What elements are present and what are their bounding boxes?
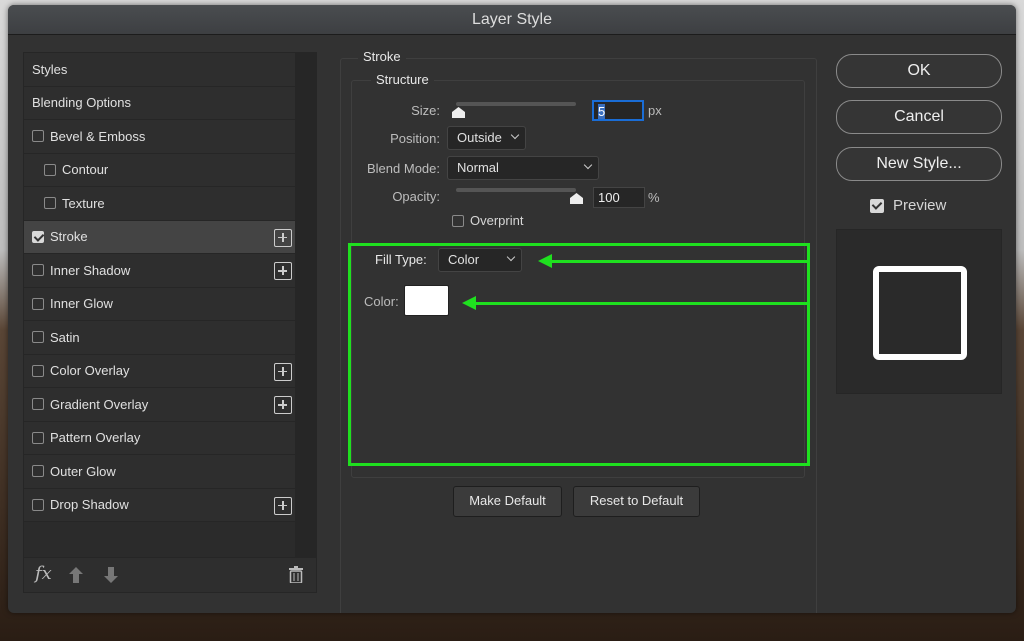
reset-to-default-button[interactable]: Reset to Default (573, 486, 700, 517)
sidebar-item-label: Inner Glow (50, 296, 113, 312)
position-select[interactable]: Outside (447, 126, 526, 150)
chevron-down-icon (510, 130, 520, 140)
preview-label: Preview (893, 197, 947, 214)
sidebar-item-texture[interactable]: Texture (24, 187, 296, 221)
sidebar-item-label: Satin (50, 329, 80, 345)
sidebar-item-inner-shadow[interactable]: Inner Shadow (24, 254, 296, 288)
make-default-button[interactable]: Make Default (453, 486, 562, 517)
sidebar-item-label: Color Overlay (50, 363, 130, 379)
overprint-label: Overprint (470, 213, 524, 228)
size-input[interactable]: 5 (592, 100, 644, 121)
trash-icon[interactable] (289, 566, 303, 583)
stroke-title: Stroke (358, 49, 406, 64)
blend-mode-select[interactable]: Normal (447, 156, 599, 180)
sidebar-item-label: Styles (32, 61, 68, 77)
new-style-button[interactable]: New Style... (836, 147, 1002, 181)
styles-sidebar: Styles Blending Options Bevel & Emboss Cont… (23, 52, 317, 593)
checkbox-icon[interactable] (32, 264, 44, 277)
size-unit: px (648, 103, 662, 118)
layer-style-dialog: Layer Style Styles Blending Options Bevel … (8, 5, 1016, 613)
add-effect-icon[interactable] (274, 262, 292, 280)
position-label: Position: (390, 131, 440, 146)
preview-shape (873, 266, 967, 360)
arrow-to-fill-type (538, 254, 808, 268)
sidebar-item-label: Stroke (50, 229, 88, 245)
ok-button[interactable]: OK (836, 54, 1002, 88)
opacity-label: Opacity: (392, 189, 440, 204)
structure-title: Structure (371, 72, 434, 87)
sidebar-item-stroke[interactable]: Stroke (24, 220, 296, 254)
checkbox-icon[interactable] (32, 130, 44, 143)
checkbox-icon[interactable] (32, 364, 44, 377)
sidebar-item-label: Drop Shadow (50, 497, 129, 513)
checkbox-icon[interactable] (32, 398, 44, 411)
add-effect-icon[interactable] (274, 362, 292, 381)
sidebar-item-pattern-overlay[interactable]: Pattern Overlay (24, 421, 296, 455)
arrow-to-color (462, 296, 808, 310)
preview-checkbox[interactable]: Preview (870, 197, 946, 214)
checkbox-checked-icon (870, 198, 884, 213)
sidebar-scrollbar[interactable] (295, 53, 316, 585)
checkbox-icon[interactable] (44, 197, 56, 210)
move-down-icon[interactable] (104, 567, 118, 583)
sidebar-item-label: Gradient Overlay (50, 396, 149, 412)
sidebar-item-drop-shadow[interactable]: Drop Shadow (24, 488, 296, 522)
sidebar-item-contour[interactable]: Contour (24, 153, 296, 187)
size-slider[interactable] (456, 102, 576, 106)
sidebar-footer: fx (24, 557, 316, 592)
checkbox-icon[interactable] (32, 230, 44, 243)
sidebar-item-styles[interactable]: Styles (24, 53, 296, 87)
sidebar-item-label: Contour (62, 162, 109, 178)
sidebar-item-bevel-emboss[interactable]: Bevel & Emboss (24, 120, 296, 154)
sidebar-item-label: Bevel & Emboss (50, 128, 146, 144)
opacity-input[interactable]: 100 (593, 187, 645, 208)
chevron-down-icon (583, 160, 593, 170)
checkbox-icon[interactable] (32, 331, 44, 344)
checkbox-icon[interactable] (44, 163, 56, 176)
sidebar-item-gradient-overlay[interactable]: Gradient Overlay (24, 388, 296, 422)
sidebar-item-satin[interactable]: Satin (24, 321, 296, 355)
highlight-box (348, 243, 810, 466)
dialog-title: Layer Style (8, 5, 1016, 35)
opacity-slider[interactable] (456, 188, 576, 192)
checkbox-icon (452, 214, 464, 227)
overprint-checkbox[interactable]: Overprint (452, 213, 523, 228)
add-effect-icon[interactable] (274, 496, 292, 515)
cancel-button[interactable]: Cancel (836, 100, 1002, 134)
opacity-unit: % (648, 190, 660, 205)
sidebar-item-blending-options[interactable]: Blending Options (24, 86, 296, 120)
sidebar-item-label: Inner Shadow (50, 262, 131, 278)
checkbox-icon[interactable] (32, 297, 44, 310)
sidebar-item-label: Outer Glow (50, 463, 116, 479)
blend-mode-label: Blend Mode: (367, 161, 440, 176)
sidebar-item-inner-glow[interactable]: Inner Glow (24, 287, 296, 321)
checkbox-icon[interactable] (32, 431, 44, 444)
size-label: Size: (411, 103, 440, 118)
sidebar-item-outer-glow[interactable]: Outer Glow (24, 455, 296, 489)
sidebar-item-color-overlay[interactable]: Color Overlay (24, 354, 296, 388)
sidebar-item-label: Texture (62, 195, 105, 211)
styles-list: Styles Blending Options Bevel & Emboss Cont… (24, 53, 296, 522)
checkbox-icon[interactable] (32, 498, 44, 511)
sidebar-item-label: Pattern Overlay (50, 430, 141, 446)
add-effect-icon[interactable] (274, 228, 292, 247)
move-up-icon[interactable] (69, 567, 83, 583)
add-effect-icon[interactable] (274, 396, 292, 414)
checkbox-icon[interactable] (32, 465, 44, 478)
preview-thumbnail (836, 229, 1002, 394)
sidebar-item-label: Blending Options (32, 95, 132, 111)
fx-menu-button[interactable]: fx (35, 563, 52, 584)
